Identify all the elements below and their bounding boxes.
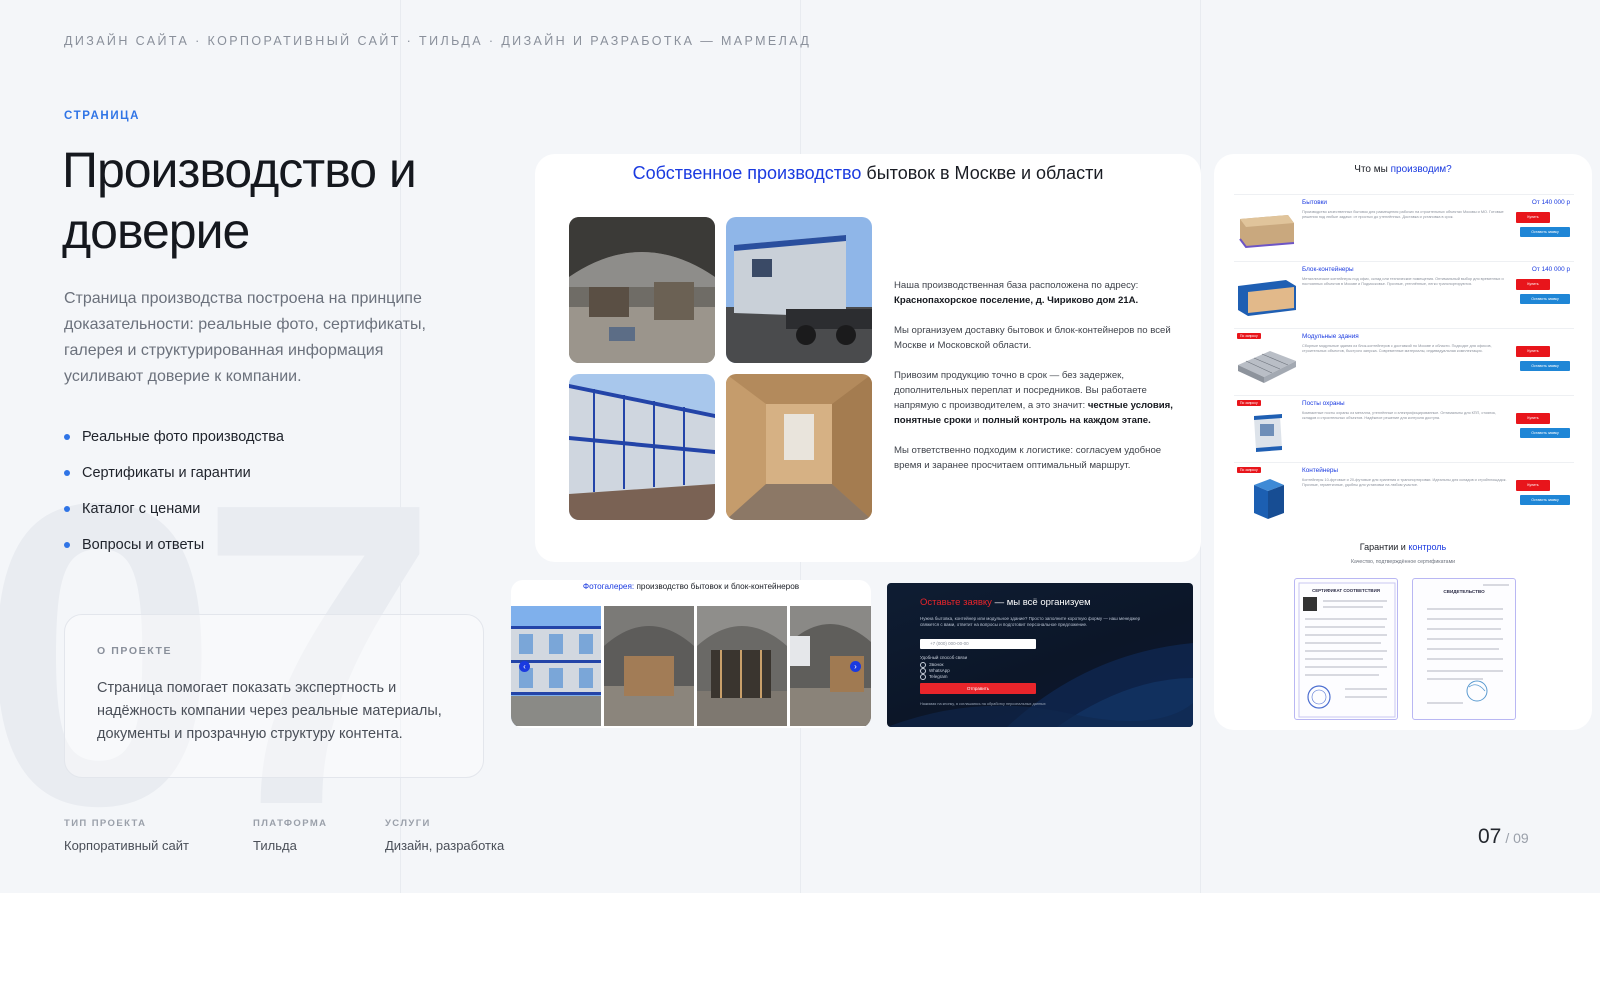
cabin-icon bbox=[1239, 215, 1295, 249]
production-address: Наша производственная база расположена п… bbox=[894, 280, 1139, 306]
production-delivery: Мы организуем доставку бытовок и блок-ко… bbox=[894, 325, 1171, 351]
shipping-container-icon bbox=[1254, 479, 1284, 519]
catalog-row: Блок-контейнеры Металлические контейнеры… bbox=[1234, 261, 1574, 327]
gallery-prev-button[interactable]: ‹ bbox=[519, 661, 530, 672]
meta-value: Тильда bbox=[253, 838, 297, 853]
request-button[interactable]: Оставить заявку bbox=[1520, 428, 1570, 438]
lead-form-screenshot-card: Оставьте заявку — мы всё организуем Нужн… bbox=[887, 583, 1193, 727]
production-photo bbox=[569, 217, 715, 363]
slide: 07 ДИЗАЙН САЙТА · КОРПОРАТИВНЫЙ САЙТ · Т… bbox=[0, 0, 1600, 893]
production-logistics: Мы ответственно подходим к логистике: со… bbox=[894, 445, 1162, 471]
form-heading: Оставьте заявку — мы всё организуем bbox=[920, 597, 1091, 608]
catalog-item-badge: По запросу bbox=[1237, 333, 1261, 339]
catalog-heading: Что мы производим? bbox=[1354, 164, 1452, 175]
buy-button[interactable]: Купить bbox=[1516, 279, 1550, 290]
request-button[interactable]: Оставить заявку bbox=[1520, 227, 1570, 237]
production-photo bbox=[569, 374, 715, 520]
feature-item: Каталог с ценами bbox=[64, 500, 284, 518]
document-title: СВИДЕТЕЛЬСТВО bbox=[1443, 589, 1485, 594]
meta-label: УСЛУГИ bbox=[385, 818, 431, 829]
production-photo bbox=[726, 374, 872, 520]
catalog-item-desc: Компактные посты охраны из металла, утеп… bbox=[1302, 411, 1497, 420]
catalog-item-price: От 140 000 р bbox=[1531, 266, 1570, 273]
certificate-title: СЕРТИФИКАТ СООТВЕТСТВИЯ bbox=[1312, 588, 1380, 593]
production-heading: Собственное производство бытовок в Москв… bbox=[535, 163, 1201, 184]
catalog-row: По запросу Модульные здания Сборные моду… bbox=[1234, 328, 1574, 394]
about-text: Страница помогает показать экспертность … bbox=[97, 680, 442, 742]
gallery-heading: Фотогалерея: производство бытовок и блок… bbox=[511, 582, 871, 591]
gallery-screenshot-card: Фотогалерея: производство бытовок и блок… bbox=[511, 580, 871, 728]
form-subtitle: Нужна бытовка, контейнер или модульное з… bbox=[920, 616, 1141, 627]
meta-services: УСЛУГИ Дизайн, разработка bbox=[385, 818, 504, 853]
catalog-item-desc: Металлические контейнеры под офис, склад… bbox=[1302, 277, 1504, 286]
breadcrumb: ДИЗАЙН САЙТА · КОРПОРАТИВНЫЙ САЙТ · ТИЛЬ… bbox=[64, 34, 812, 48]
production-photo bbox=[726, 217, 872, 363]
catalog-item-name[interactable]: Бытовки bbox=[1302, 199, 1327, 206]
catalog-row: Бытовки Производство качественных бытово… bbox=[1234, 194, 1574, 260]
meta-label: ТИП ПРОЕКТА bbox=[64, 818, 147, 829]
feature-list: Реальные фото производства Сертификаты и… bbox=[64, 428, 284, 572]
production-text: Наша производственная база расположена п… bbox=[894, 278, 1186, 488]
certificate-icon bbox=[1298, 582, 1396, 718]
section-kicker: СТРАНИЦА bbox=[64, 110, 141, 122]
production-heading-accent: Собственное производство bbox=[632, 163, 862, 183]
buy-button[interactable]: Купить bbox=[1516, 413, 1550, 424]
about-project-card: О ПРОЕКТЕ Страница помогает показать экс… bbox=[64, 614, 484, 778]
meta-value: Дизайн, разработка bbox=[385, 838, 505, 853]
request-button[interactable]: Оставить заявку bbox=[1520, 361, 1570, 371]
buy-button[interactable]: Купить bbox=[1516, 480, 1550, 491]
buy-button[interactable]: Купить bbox=[1516, 212, 1550, 223]
catalog-item-badge: По запросу bbox=[1237, 400, 1261, 406]
gallery-heading-rest: производство бытовок и блок-контейнеров bbox=[634, 582, 800, 591]
request-button[interactable]: Оставить заявку bbox=[1520, 294, 1570, 304]
contact-method-label: Удобный способ связи bbox=[920, 655, 968, 660]
catalog-item-name[interactable]: Блок-контейнеры bbox=[1302, 266, 1354, 273]
catalog-item-desc: Контейнеры 10-футовые и 20-футовые для х… bbox=[1302, 478, 1507, 487]
pager-current: 07 bbox=[1478, 825, 1502, 848]
lead-text: Страница производства построена на принц… bbox=[64, 290, 426, 385]
production-heading-rest: бытовок в Москве и области bbox=[861, 163, 1104, 183]
slide-pager: 07/ 09 bbox=[1478, 825, 1529, 849]
meta-label: ПЛАТФОРМА bbox=[253, 818, 328, 829]
catalog-screenshot-card: Что мы производим? Бытовки Производство … bbox=[1214, 154, 1592, 730]
request-button[interactable]: Оставить заявку bbox=[1520, 495, 1570, 505]
gallery-photo bbox=[697, 606, 787, 726]
guard-post-icon bbox=[1254, 414, 1282, 452]
catalog-row: По запросу Контейнеры Контейнеры 10-футо… bbox=[1234, 462, 1574, 528]
buy-button[interactable]: Купить bbox=[1516, 346, 1550, 357]
gallery-photo bbox=[604, 606, 694, 726]
meta-project-type: ТИП ПРОЕКТА Корпоративный сайт bbox=[64, 818, 189, 853]
guarantee-heading: Гарантии и контроль bbox=[1359, 542, 1447, 552]
feature-item: Реальные фото производства bbox=[64, 428, 284, 446]
about-label: О ПРОЕКТЕ bbox=[97, 645, 173, 657]
production-terms: Привозим продукцию точно в срок — без за… bbox=[894, 370, 1173, 426]
phone-input[interactable]: +7 (000) 000-00-00 bbox=[920, 639, 1036, 649]
certificate-document[interactable]: СЕРТИФИКАТ СООТВЕТСТВИЯ bbox=[1294, 578, 1398, 720]
meta-value: Корпоративный сайт bbox=[64, 838, 189, 853]
contact-option-telegram[interactable]: Telegram bbox=[920, 674, 948, 680]
feature-item: Сертификаты и гарантии bbox=[64, 464, 284, 482]
registration-document[interactable]: СВИДЕТЕЛЬСТВО bbox=[1412, 578, 1516, 720]
modular-building-icon bbox=[1238, 351, 1296, 383]
production-screenshot-card: Собственное производство бытовок в Москв… bbox=[535, 154, 1201, 562]
consent-note: Нажимая на кнопку, я соглашаюсь на обраб… bbox=[920, 702, 1046, 706]
block-container-icon bbox=[1238, 280, 1296, 316]
pager-total: / 09 bbox=[1505, 830, 1529, 846]
meta-platform: ПЛАТФОРМА Тильда bbox=[253, 818, 327, 853]
catalog-item-name[interactable]: Контейнеры bbox=[1302, 467, 1338, 474]
catalog-row: По запросу Посты охраны Компактные посты… bbox=[1234, 395, 1574, 461]
document-icon bbox=[1427, 584, 1509, 704]
gallery-next-button[interactable]: › bbox=[850, 661, 861, 672]
catalog-item-price: От 140 000 р bbox=[1531, 199, 1570, 206]
page-title: Производство и доверие bbox=[62, 142, 417, 259]
catalog-item-badge: По запросу bbox=[1237, 467, 1261, 473]
catalog-item-desc: Производство качественных бытовок для ра… bbox=[1302, 210, 1504, 219]
guarantee-subtitle: Качество, подтверждённое сертификатами bbox=[1350, 559, 1456, 565]
catalog-item-name[interactable]: Модульные здания bbox=[1302, 333, 1359, 340]
catalog-item-desc: Сборные модульные здания из блок-контейн… bbox=[1302, 344, 1492, 353]
feature-item: Вопросы и ответы bbox=[64, 536, 284, 554]
catalog-item-name[interactable]: Посты охраны bbox=[1302, 400, 1345, 407]
submit-button[interactable]: Отправить bbox=[920, 683, 1036, 694]
gallery-heading-accent: Фотогалерея: bbox=[582, 582, 635, 591]
